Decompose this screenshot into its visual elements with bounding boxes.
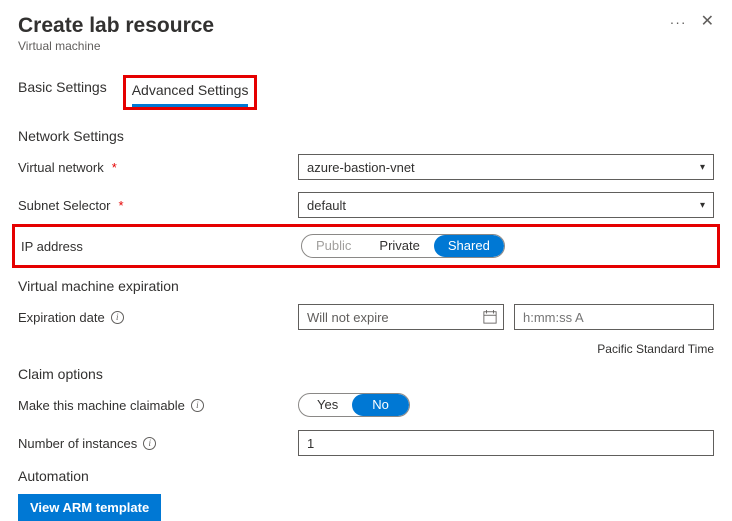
chevron-down-icon: ▾ bbox=[700, 162, 705, 173]
ip-option-private[interactable]: Private bbox=[365, 235, 433, 257]
vnet-select[interactable]: azure-bastion-vnet ▾ bbox=[298, 154, 714, 180]
info-icon[interactable]: i bbox=[143, 437, 156, 450]
timezone-label: Pacific Standard Time bbox=[18, 342, 714, 356]
more-options-icon[interactable]: ··· bbox=[670, 14, 687, 30]
claimable-toggle[interactable]: Yes No bbox=[298, 393, 410, 417]
claimable-yes[interactable]: Yes bbox=[303, 394, 352, 416]
section-automation: Automation bbox=[18, 468, 714, 484]
view-arm-template-button[interactable]: View ARM template bbox=[18, 494, 161, 521]
section-claim: Claim options bbox=[18, 366, 714, 382]
expiration-time-input[interactable] bbox=[514, 304, 714, 330]
claimable-label: Make this machine claimable bbox=[18, 398, 185, 413]
vnet-value: azure-bastion-vnet bbox=[307, 160, 415, 175]
claimable-no[interactable]: No bbox=[352, 394, 409, 416]
highlight-advanced-tab: Advanced Settings bbox=[123, 75, 258, 110]
tab-advanced-settings[interactable]: Advanced Settings bbox=[132, 82, 249, 107]
section-expiration: Virtual machine expiration bbox=[18, 278, 714, 294]
page-subtitle: Virtual machine bbox=[18, 39, 214, 53]
vnet-label: Virtual network* bbox=[18, 160, 298, 175]
ip-option-public[interactable]: Public bbox=[302, 235, 365, 257]
info-icon[interactable]: i bbox=[111, 311, 124, 324]
highlight-ip-row: IP address Public Private Shared bbox=[12, 224, 720, 268]
subnet-label: Subnet Selector* bbox=[18, 198, 298, 213]
subnet-select[interactable]: default ▾ bbox=[298, 192, 714, 218]
ip-address-label: IP address bbox=[21, 239, 301, 254]
instances-input[interactable] bbox=[298, 430, 714, 456]
chevron-down-icon: ▾ bbox=[700, 200, 705, 211]
tab-basic-settings[interactable]: Basic Settings bbox=[18, 79, 107, 110]
tab-bar: Basic Settings Advanced Settings bbox=[18, 79, 714, 110]
info-icon[interactable]: i bbox=[191, 399, 204, 412]
expiration-date-input[interactable]: Will not expire bbox=[298, 304, 504, 330]
ip-address-toggle[interactable]: Public Private Shared bbox=[301, 234, 505, 258]
close-icon[interactable]: ✕ bbox=[701, 14, 714, 30]
expiration-date-value: Will not expire bbox=[307, 310, 389, 325]
ip-option-shared[interactable]: Shared bbox=[434, 235, 504, 257]
expiration-date-label: Expiration date bbox=[18, 310, 105, 325]
section-network: Network Settings bbox=[18, 128, 714, 144]
subnet-value: default bbox=[307, 198, 346, 213]
instances-label: Number of instances bbox=[18, 436, 137, 451]
page-title: Create lab resource bbox=[18, 14, 214, 38]
calendar-icon bbox=[483, 310, 497, 324]
